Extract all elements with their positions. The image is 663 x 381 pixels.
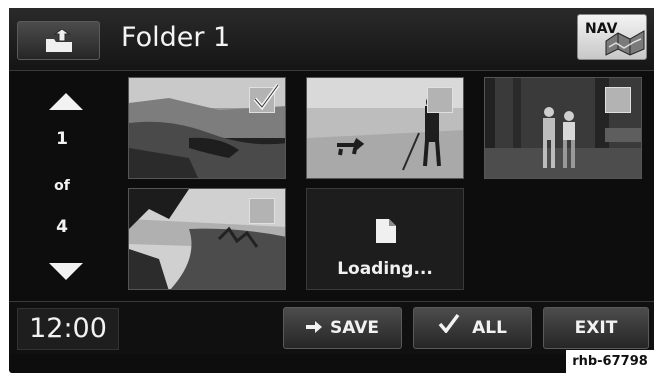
checkmark-icon [438, 308, 460, 348]
page-total: 4 [56, 217, 68, 237]
loading-label: Loading... [337, 259, 433, 279]
page-up-arrow[interactable] [49, 93, 83, 110]
document-icon [376, 219, 396, 243]
image-watermark: rhb-67798 [566, 350, 654, 373]
photo-checkbox-4[interactable] [249, 198, 275, 224]
nav-button[interactable]: NAV [577, 14, 647, 60]
photo-thumbnail-4[interactable] [128, 188, 286, 290]
select-all-button[interactable]: ALL [413, 307, 532, 349]
header-bar: Folder 1 NAV [9, 8, 654, 71]
photo-checkbox-2[interactable] [427, 87, 453, 113]
map-icon [604, 27, 646, 61]
photo-thumbnail-3[interactable] [484, 77, 642, 179]
photo-thumbnail-2[interactable] [306, 77, 464, 179]
loading-tile: Loading... [306, 188, 464, 290]
photo-checkbox-1[interactable] [249, 83, 280, 113]
all-label: ALL [472, 318, 507, 338]
folder-up-button[interactable] [17, 21, 100, 60]
checkmark-icon [251, 82, 281, 112]
save-button[interactable]: SAVE [283, 307, 402, 349]
page-of: of [54, 178, 70, 194]
folder-up-icon [45, 28, 75, 57]
page-current: 1 [56, 129, 68, 149]
arrow-right-icon [305, 308, 322, 348]
exit-button[interactable]: EXIT [543, 307, 649, 349]
clock-display: 12:00 [17, 308, 119, 350]
photo-checkbox-3[interactable] [605, 87, 631, 113]
exit-label: EXIT [574, 318, 618, 338]
media-screen: Folder 1 NAV 1 of 4 Loading... 12:00 SAV… [9, 8, 654, 373]
save-label: SAVE [329, 318, 380, 338]
footer-bar: 12:00 SAVE ALL EXIT [9, 301, 654, 354]
photo-thumbnail-1[interactable] [128, 77, 286, 179]
page-down-arrow[interactable] [49, 263, 83, 280]
folder-title: Folder 1 [121, 22, 231, 53]
